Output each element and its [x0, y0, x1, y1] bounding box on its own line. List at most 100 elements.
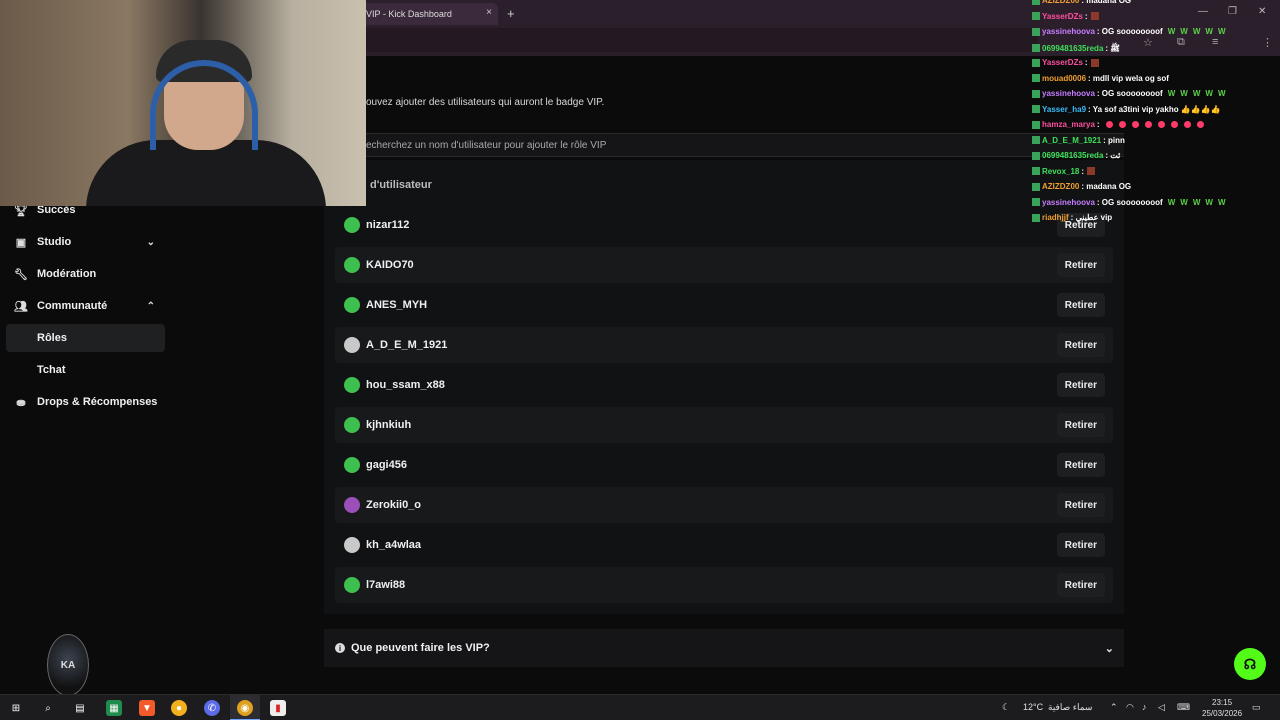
notification-icon[interactable]: ▭	[1252, 702, 1261, 713]
remove-vip-button[interactable]: Retirer	[1056, 533, 1105, 557]
weather-desc: سماء صافية	[1048, 702, 1093, 712]
table-row: KAIDO70 Retirer	[335, 247, 1113, 283]
help-chat-button[interactable]: ☊	[1234, 648, 1266, 680]
avatar	[344, 217, 360, 233]
badge-icon	[1032, 167, 1040, 176]
task-view-icon[interactable]: ▤	[72, 700, 88, 716]
chat-app-icon[interactable]: ✆	[204, 700, 220, 716]
chat-text: : Ya sof a3tini vip yakho 👍👍👍👍	[1088, 104, 1221, 114]
chrome-icon[interactable]: ◉	[237, 700, 253, 716]
chat-text: :	[1081, 166, 1085, 176]
info-icon: i	[335, 643, 345, 653]
remove-vip-button[interactable]: Retirer	[1056, 493, 1105, 517]
w-emote: W	[1192, 197, 1201, 207]
chat-message: Revox_18:	[1032, 166, 1096, 176]
badge-icon	[1032, 89, 1040, 98]
chat-message: hamza_marya:	[1032, 120, 1204, 129]
table-row: ANES_MYH Retirer	[335, 287, 1113, 323]
chat-username[interactable]: riadhjjf	[1042, 213, 1069, 222]
w-emote: W	[1167, 89, 1176, 98]
browser-tab[interactable]: VIP - Kick Dashboard ×	[358, 3, 498, 25]
chat-text: : OG soooooooof	[1096, 89, 1163, 98]
chat-text: : mdll vip wela og sof	[1088, 73, 1169, 83]
store-icon[interactable]: ▦	[106, 700, 122, 716]
sidebar-item-communaute[interactable]: 👥︎ Communauté ⌃	[6, 292, 165, 320]
remove-vip-button[interactable]: Retirer	[1056, 413, 1105, 437]
chat-username[interactable]: hamza_marya	[1042, 120, 1095, 129]
volume-icon[interactable]: ◁	[1158, 702, 1165, 713]
chat-text: : madana OG	[1081, 0, 1132, 5]
chat-username[interactable]: YasserDZs	[1042, 12, 1083, 21]
chat-message: mouad0006: mdll vip wela og sof	[1032, 74, 1169, 83]
system-clock[interactable]: 23:15 25/03/2026	[1202, 697, 1242, 719]
chat-message: YasserDZs:	[1032, 58, 1099, 67]
chat-text: : OG soooooooof	[1096, 27, 1163, 36]
username: kh_a4wlaa	[366, 539, 422, 551]
remove-vip-button[interactable]: Retirer	[1056, 453, 1105, 477]
weather-icon: ☾	[1002, 702, 1011, 712]
sidebar-item-drops[interactable]: ⛂ Drops & Récompenses	[6, 388, 165, 416]
address-bar-row	[358, 28, 1038, 52]
tray-overflow-icon[interactable]: ⌃	[1110, 702, 1118, 713]
heart-emote-icon	[1170, 121, 1178, 129]
chat-username[interactable]: AZIZDZ00	[1042, 0, 1079, 5]
chat-text: : madana OG	[1081, 182, 1132, 191]
channel-logo: KA	[47, 634, 89, 696]
chat-username[interactable]: yassinehoova	[1042, 89, 1095, 98]
username: nizar112	[366, 219, 410, 231]
chat-username[interactable]: AZIZDZ00	[1042, 182, 1079, 191]
sidebar-item-label: Rôles	[37, 332, 67, 344]
sidebar-item-tchat[interactable]: Tchat	[6, 356, 165, 384]
heart-emote-icon	[1105, 121, 1113, 129]
avatar	[344, 537, 360, 553]
chat-username[interactable]: A_D_E_M_1921	[1042, 136, 1101, 145]
chat-username[interactable]: mouad0006	[1042, 74, 1086, 83]
table-row: nizar112 Retirer	[335, 207, 1113, 243]
wifi-icon[interactable]: ◠	[1126, 702, 1134, 713]
heart-emote-icon	[1196, 121, 1204, 129]
avatar	[344, 377, 360, 393]
chat-text: : ئت	[1105, 151, 1121, 160]
windows-start-icon[interactable]: ⊞	[8, 700, 24, 716]
chevron-down-icon: ⌄	[1104, 642, 1114, 655]
chat-username[interactable]: Yasser_ha9	[1042, 105, 1086, 114]
chat-username[interactable]: 0699481635reda	[1042, 44, 1103, 53]
remove-vip-button[interactable]: Retirer	[1056, 573, 1105, 597]
sidebar-item-roles[interactable]: Rôles	[6, 324, 165, 352]
table-row: l7awi88 Retirer	[335, 567, 1113, 603]
w-emote: W	[1180, 89, 1188, 98]
chat-username[interactable]: yassinehoova	[1042, 27, 1095, 36]
search-icon[interactable]: ⌕	[40, 700, 56, 716]
table-row: A_D_E_M_1921 Retirer	[335, 327, 1113, 363]
chat-username[interactable]: YasserDZs	[1042, 58, 1083, 67]
remove-vip-button[interactable]: Retirer	[1056, 253, 1105, 277]
w-emote: W	[1180, 197, 1188, 207]
remove-vip-button[interactable]: Retirer	[1056, 293, 1105, 317]
mic-icon[interactable]: ♪	[1142, 702, 1147, 712]
keyboard-icon[interactable]: ⌨	[1177, 702, 1190, 713]
badge-icon	[1032, 0, 1040, 5]
remove-vip-button[interactable]: Retirer	[1056, 333, 1105, 357]
clock-date: 25/03/2026	[1202, 709, 1243, 718]
weather-temp[interactable]: 12°C	[1023, 702, 1043, 712]
faq-accordion[interactable]: i Que peuvent faire les VIP? ⌄	[324, 629, 1124, 667]
chat-username[interactable]: 0699481635reda	[1042, 151, 1103, 160]
new-tab-icon[interactable]: +	[507, 6, 515, 21]
chat-username[interactable]: yassinehoova	[1042, 198, 1095, 207]
chat-username[interactable]: Revox_18	[1042, 167, 1079, 176]
document-app-icon[interactable]: ▮	[270, 700, 286, 716]
badge-icon	[1032, 120, 1040, 129]
chat-text: : ﷺ	[1105, 43, 1120, 53]
close-icon[interactable]: ×	[486, 7, 492, 18]
sidebar-item-moderation[interactable]: 🔧︎ Modération	[6, 260, 165, 288]
search-input[interactable]: echerchez un nom d'utilisateur pour ajou…	[324, 133, 1124, 157]
avatar	[344, 577, 360, 593]
chat-message: yassinehoova: OG soooooooof W W W W W	[1032, 89, 1226, 98]
username: A_D_E_M_1921	[366, 339, 448, 351]
brave-icon[interactable]: ▼	[139, 700, 155, 716]
browser-app-icon[interactable]: ●	[171, 700, 187, 716]
chat-text: : عطيني vip	[1070, 213, 1113, 222]
sidebar-item-studio[interactable]: ▣ Studio ⌄	[6, 228, 165, 256]
chat-text: : OG soooooooof	[1096, 197, 1163, 207]
remove-vip-button[interactable]: Retirer	[1056, 373, 1105, 397]
